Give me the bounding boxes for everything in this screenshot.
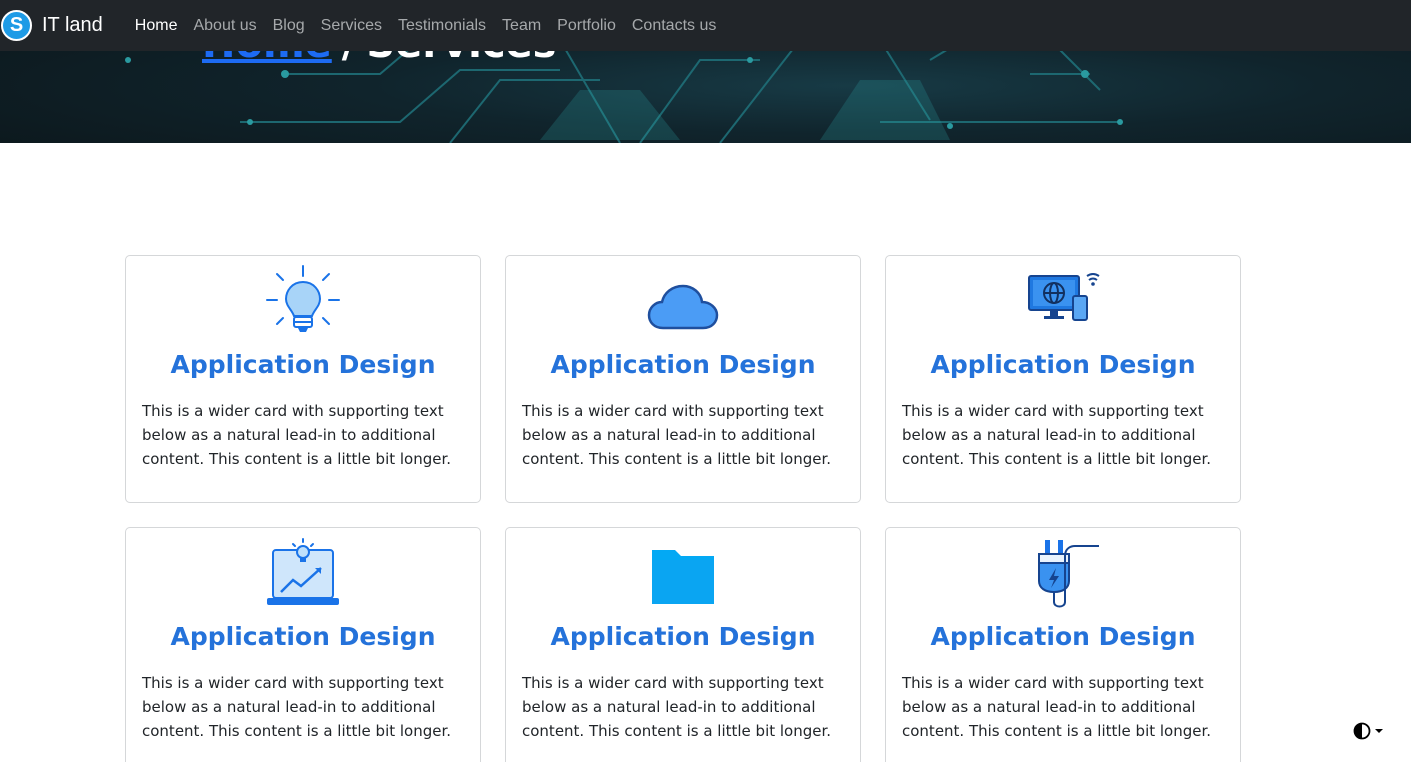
lightbulb-icon: [266, 265, 340, 332]
nav-item-testimonials[interactable]: Testimonials: [390, 0, 494, 51]
service-card: Application Design This is a wider card …: [885, 527, 1241, 762]
top-navbar: S IT land Home About us Blog Services Te…: [0, 0, 1411, 51]
caret-down-icon: [1375, 729, 1383, 733]
brand-logo: S: [1, 10, 32, 41]
theme-toggle-button[interactable]: [1353, 721, 1387, 741]
nav-item-contacts[interactable]: Contacts us: [624, 0, 724, 51]
nav-item-portfolio[interactable]: Portfolio: [549, 0, 624, 51]
card-title: Application Design: [550, 622, 816, 651]
brand[interactable]: S IT land: [0, 0, 103, 51]
service-card: Application Design This is a wider card …: [885, 255, 1241, 503]
nav-menu: Home About us Blog Services Testimonials…: [127, 0, 725, 51]
service-card: Application Design This is a wider card …: [505, 255, 861, 503]
card-text: This is a wider card with supporting tex…: [902, 674, 1212, 740]
cloud-icon: [647, 284, 719, 330]
nav-item-blog[interactable]: Blog: [265, 0, 313, 51]
service-card: Application Design This is a wider card …: [125, 527, 481, 762]
folder-icon: [652, 550, 714, 604]
nav-item-team[interactable]: Team: [494, 0, 549, 51]
power-plug-icon: [1038, 540, 1099, 608]
laptop-growth-icon: [267, 538, 339, 605]
nav-item-home[interactable]: Home: [127, 0, 186, 51]
nav-item-services[interactable]: Services: [313, 0, 390, 51]
card-text: This is a wider card with supporting tex…: [142, 674, 452, 740]
card-text: This is a wider card with supporting tex…: [902, 402, 1212, 468]
card-title: Application Design: [930, 350, 1196, 379]
service-card: Application Design This is a wider card …: [505, 527, 861, 762]
brand-name: IT land: [42, 14, 103, 36]
card-text: This is a wider card with supporting tex…: [142, 402, 452, 468]
card-title: Application Design: [170, 350, 436, 379]
contrast-icon: [1353, 722, 1371, 740]
service-card: Application Design This is a wider card …: [125, 255, 481, 503]
card-title: Application Design: [170, 622, 436, 651]
nav-item-about[interactable]: About us: [185, 0, 264, 51]
monitor-globe-icon: [1028, 273, 1100, 321]
card-text: This is a wider card with supporting tex…: [522, 674, 832, 740]
card-title: Application Design: [930, 622, 1196, 651]
card-text: This is a wider card with supporting tex…: [522, 402, 832, 468]
card-title: Application Design: [550, 350, 816, 379]
